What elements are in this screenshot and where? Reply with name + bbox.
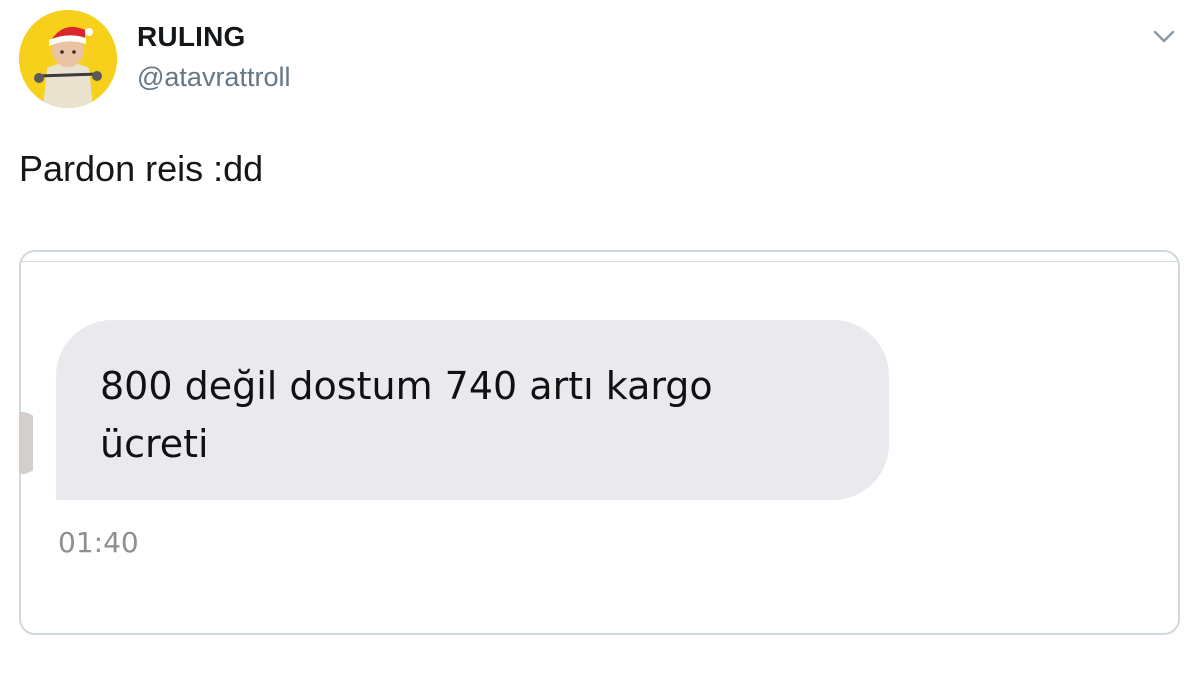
author-handle[interactable]: @atavrattroll: [137, 62, 290, 93]
tweet-text: Pardon reis :dd: [19, 148, 264, 189]
screenshot-divider: [21, 261, 1178, 262]
message-text: 800 değil dostum 740 artı kargo ücreti: [100, 364, 713, 466]
chevron-down-icon[interactable]: [1150, 22, 1178, 50]
avatar-image: [19, 10, 117, 108]
contact-avatar-edge: [19, 0, 33, 676]
author-display-name[interactable]: RULING: [137, 21, 246, 53]
message-timestamp: 01:40: [58, 526, 139, 559]
message-bubble: 800 değil dostum 740 artı kargo ücreti: [56, 320, 889, 500]
profile-avatar[interactable]: [19, 10, 117, 108]
